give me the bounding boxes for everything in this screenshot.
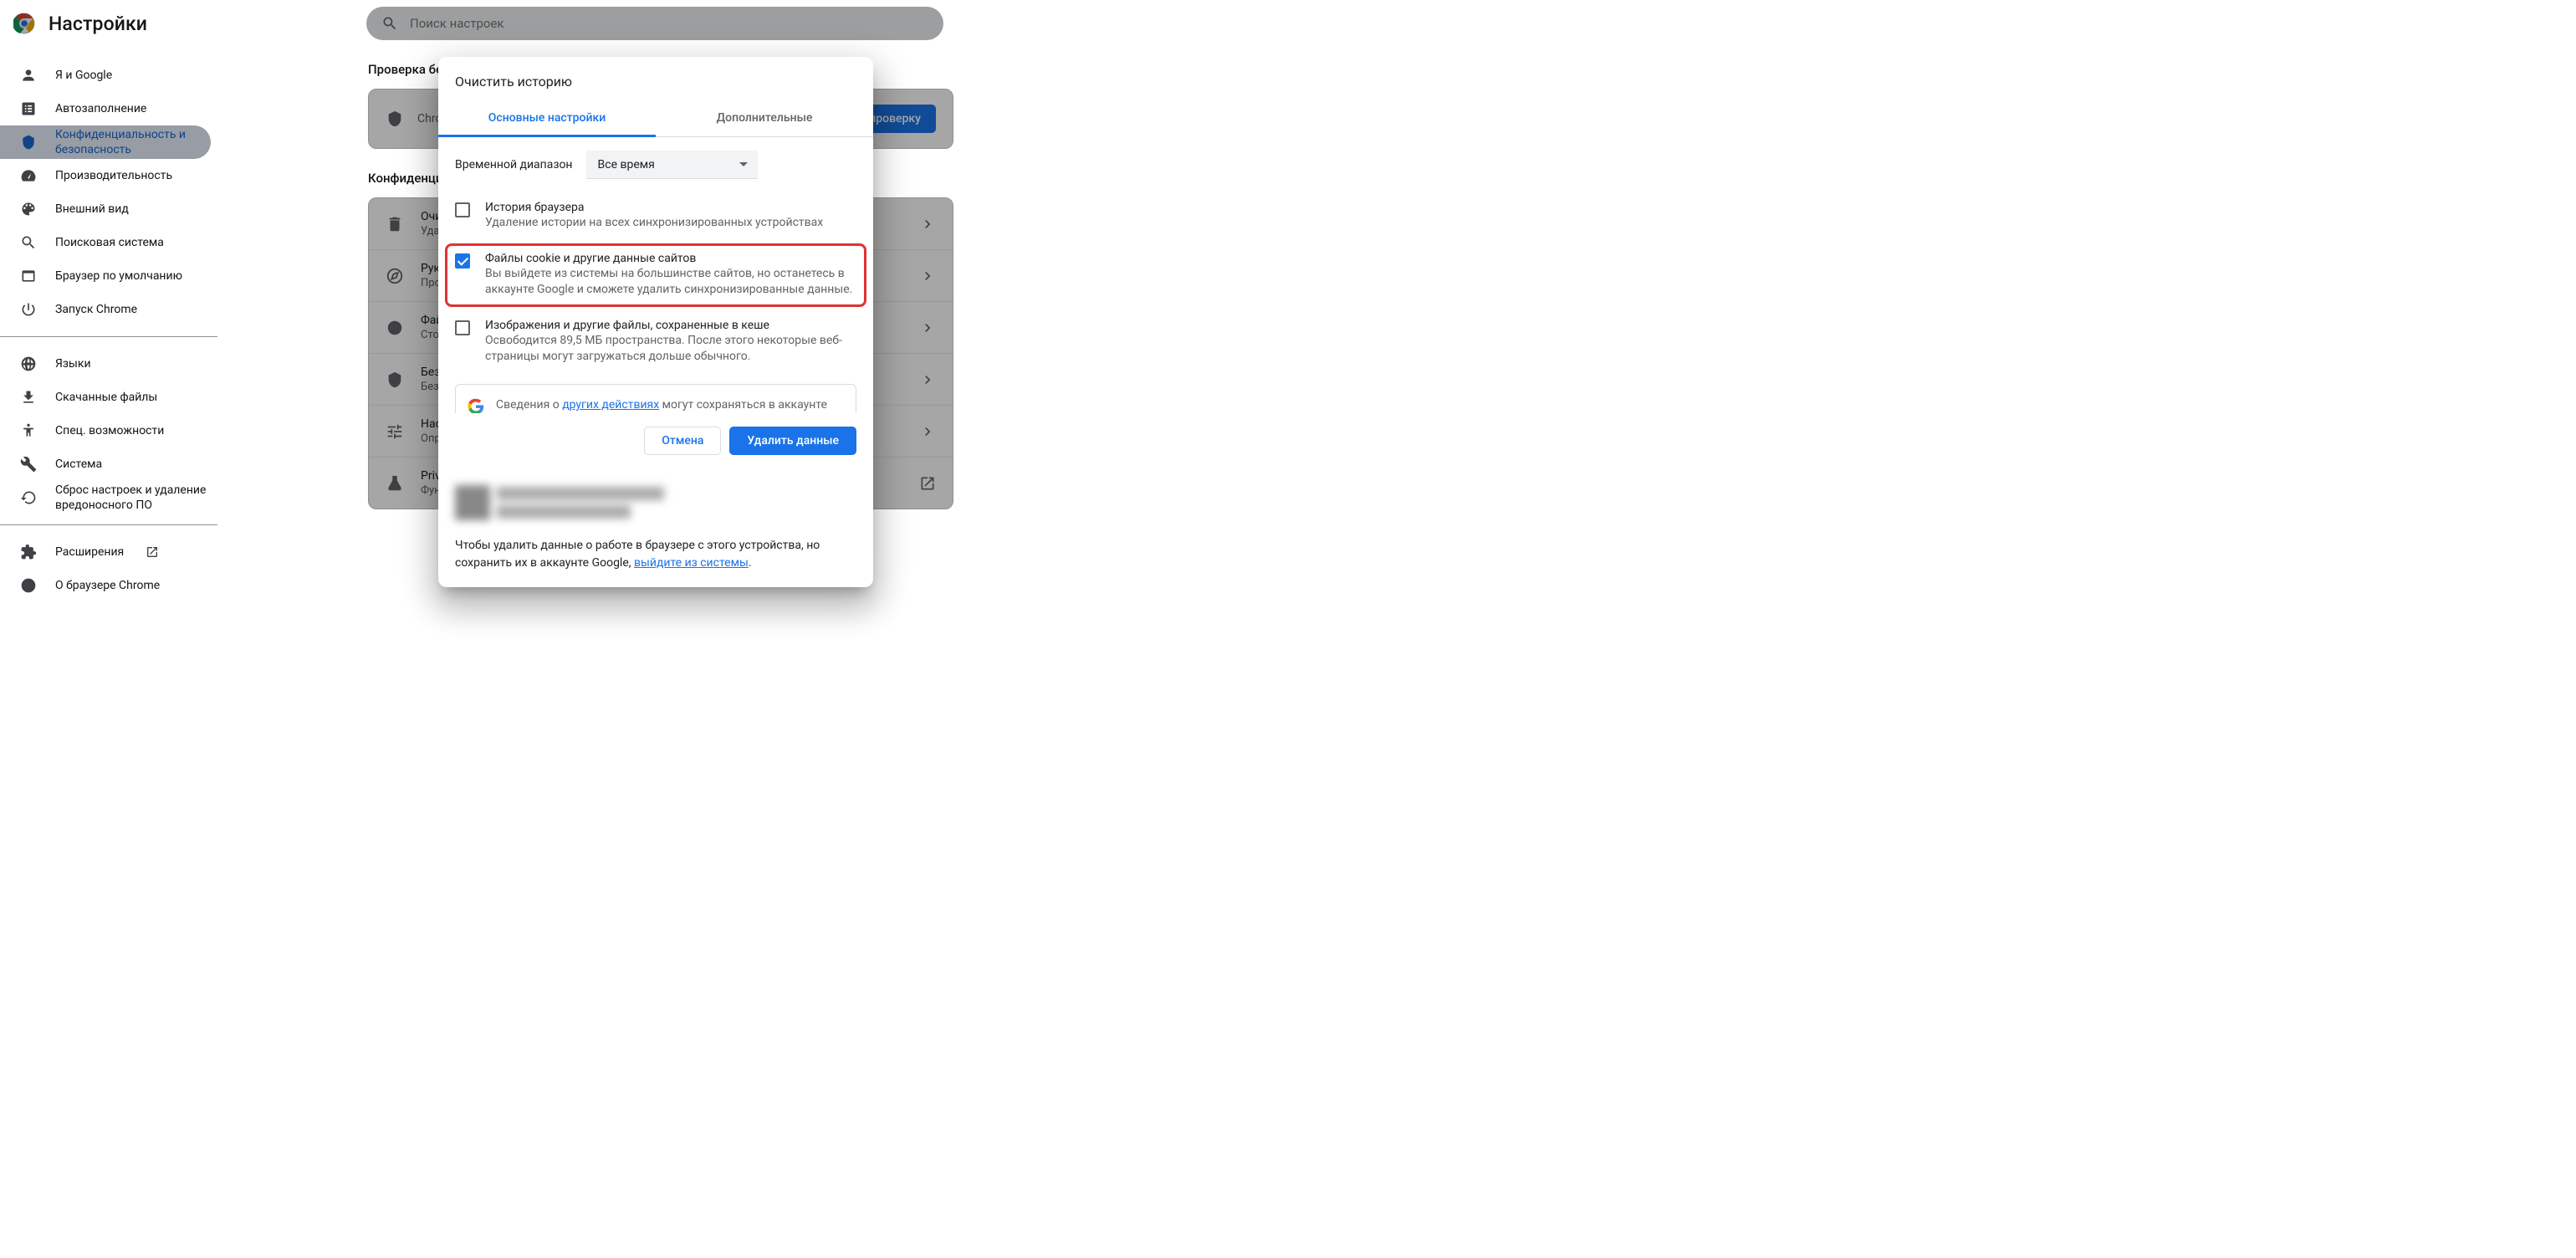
wrench-icon	[20, 456, 37, 473]
divider	[0, 524, 217, 525]
shield-icon	[386, 371, 404, 389]
sidebar-item-search-engine[interactable]: Поисковая система	[0, 226, 211, 259]
tab-basic[interactable]: Основные настройки	[438, 101, 656, 137]
sidebar-item-autofill[interactable]: Автозаполнение	[0, 92, 211, 125]
sidebar-item-label: Сброс настроек и удаление вредоносного П…	[55, 483, 211, 513]
time-range-row: Временной диапазон Все время	[438, 137, 873, 192]
google-icon	[468, 398, 484, 413]
shield-icon	[386, 110, 404, 128]
sidebar-item-label: Поисковая система	[55, 235, 164, 250]
compass-icon	[386, 267, 404, 285]
chevron-right-icon	[919, 216, 936, 233]
checkbox-browsing-history[interactable]	[455, 202, 470, 217]
sidebar-item-label: Браузер по умолчанию	[55, 268, 182, 284]
dialog-title: Очистить историю	[438, 57, 873, 101]
sidebar-item-label: Производительность	[55, 168, 172, 183]
search-icon	[20, 234, 37, 251]
chrome-icon	[20, 577, 37, 594]
tune-icon	[386, 422, 404, 441]
accessibility-icon	[20, 422, 37, 439]
sidebar-item-label: Система	[55, 457, 102, 472]
palette-icon	[20, 201, 37, 217]
chrome-logo-icon	[13, 13, 35, 34]
sidebar-item-languages[interactable]: Языки	[0, 347, 211, 381]
trash-icon	[386, 215, 404, 233]
option-cookies[interactable]: Файлы cookie и другие данные сайтов Вы в…	[445, 243, 866, 307]
dialog-actions: Отмена Удалить данные	[438, 413, 873, 468]
sidebar-item-about[interactable]: О браузере Chrome	[0, 569, 211, 602]
checkbox-cookies[interactable]	[455, 253, 470, 268]
sidebar-item-on-startup[interactable]: Запуск Chrome	[0, 293, 211, 326]
form-icon	[20, 100, 37, 117]
speed-icon	[20, 167, 37, 184]
sidebar-item-label: О браузере Chrome	[55, 578, 160, 593]
option-title: Файлы cookie и другие данные сайтов	[485, 252, 856, 265]
search-settings[interactable]	[366, 7, 943, 40]
chevron-right-icon	[919, 320, 936, 336]
checkbox-cached[interactable]	[455, 320, 470, 335]
sidebar-item-privacy[interactable]: Конфиденциальность и безопасность	[0, 125, 211, 159]
page-title: Настройки	[49, 13, 147, 35]
option-cached-images[interactable]: Изображения и другие файлы, сохраненные …	[438, 310, 873, 374]
blurred-account-row	[455, 485, 856, 520]
clear-browsing-data-dialog: Очистить историю Основные настройки Допо…	[438, 57, 873, 587]
power-icon	[20, 301, 37, 318]
cancel-button[interactable]: Отмена	[644, 427, 721, 455]
search-input[interactable]	[410, 16, 928, 31]
sidebar-item-label: Расширения	[55, 545, 124, 560]
option-title: Изображения и другие файлы, сохраненные …	[485, 319, 856, 332]
external-link-icon	[146, 545, 159, 559]
option-desc: Удаление истории на всех синхронизирован…	[485, 215, 823, 232]
sidebar-item-you-and-google[interactable]: Я и Google	[0, 59, 211, 92]
sidebar-item-default-browser[interactable]: Браузер по умолчанию	[0, 259, 211, 293]
window-icon	[20, 268, 37, 284]
dialog-body[interactable]: Временной диапазон Все время История бра…	[438, 137, 873, 413]
sidebar-item-accessibility[interactable]: Спец. возможности	[0, 414, 211, 447]
sidebar-item-extensions[interactable]: Расширения	[0, 535, 211, 569]
time-range-label: Временной диапазон	[455, 158, 573, 171]
shield-icon	[20, 134, 37, 151]
sidebar-item-label: Конфиденциальность и безопасность	[55, 127, 211, 157]
chevron-right-icon	[919, 268, 936, 284]
sidebar-item-label: Запуск Chrome	[55, 302, 137, 317]
signout-link[interactable]: выйдите из системы	[634, 556, 749, 570]
sidebar-item-performance[interactable]: Производительность	[0, 159, 211, 192]
option-browsing-history[interactable]: История браузера Удаление истории на все…	[438, 192, 873, 240]
dialog-tabs: Основные настройки Дополнительные	[438, 101, 873, 137]
sidebar-item-label: Языки	[55, 356, 91, 371]
tab-advanced[interactable]: Дополнительные	[656, 101, 873, 136]
sidebar-item-system[interactable]: Система	[0, 447, 211, 481]
time-range-select[interactable]: Все время	[586, 151, 758, 179]
option-desc: Освободится 89,5 МБ пространства. После …	[485, 333, 856, 366]
restore-icon	[20, 489, 37, 506]
globe-icon	[20, 355, 37, 372]
divider	[0, 336, 217, 337]
extension-icon	[20, 544, 37, 560]
google-activity-info: Сведения о других действиях могут сохран…	[455, 384, 856, 413]
settings-header: Настройки	[0, 0, 1311, 47]
sidebar-item-reset[interactable]: Сброс настроек и удаление вредоносного П…	[0, 481, 211, 514]
search-icon	[381, 15, 398, 32]
option-desc: Вы выйдете из системы на большинстве сай…	[485, 266, 856, 299]
chevron-right-icon	[919, 371, 936, 388]
cookie-icon	[386, 319, 404, 337]
sidebar-item-label: Скачанные файлы	[55, 390, 157, 405]
sidebar-item-label: Спец. возможности	[55, 423, 164, 438]
sidebar-item-label: Внешний вид	[55, 202, 129, 217]
sidebar-item-downloads[interactable]: Скачанные файлы	[0, 381, 211, 414]
flask-icon	[386, 474, 404, 493]
chevron-right-icon	[919, 423, 936, 440]
clear-data-button[interactable]: Удалить данные	[729, 427, 856, 455]
other-activity-link[interactable]: других действиях	[562, 398, 659, 412]
info-text: Сведения о других действиях могут сохран…	[496, 396, 844, 413]
signout-note: Чтобы удалить данные о работе в браузере…	[438, 537, 873, 587]
sidebar: Я и Google Автозаполнение Конфиденциальн…	[0, 47, 217, 641]
sidebar-item-label: Я и Google	[55, 68, 112, 83]
download-icon	[20, 389, 37, 406]
external-link-icon	[919, 475, 936, 492]
sidebar-item-label: Автозаполнение	[55, 101, 146, 116]
sidebar-item-appearance[interactable]: Внешний вид	[0, 192, 211, 226]
person-icon	[20, 67, 37, 84]
option-title: История браузера	[485, 201, 823, 214]
